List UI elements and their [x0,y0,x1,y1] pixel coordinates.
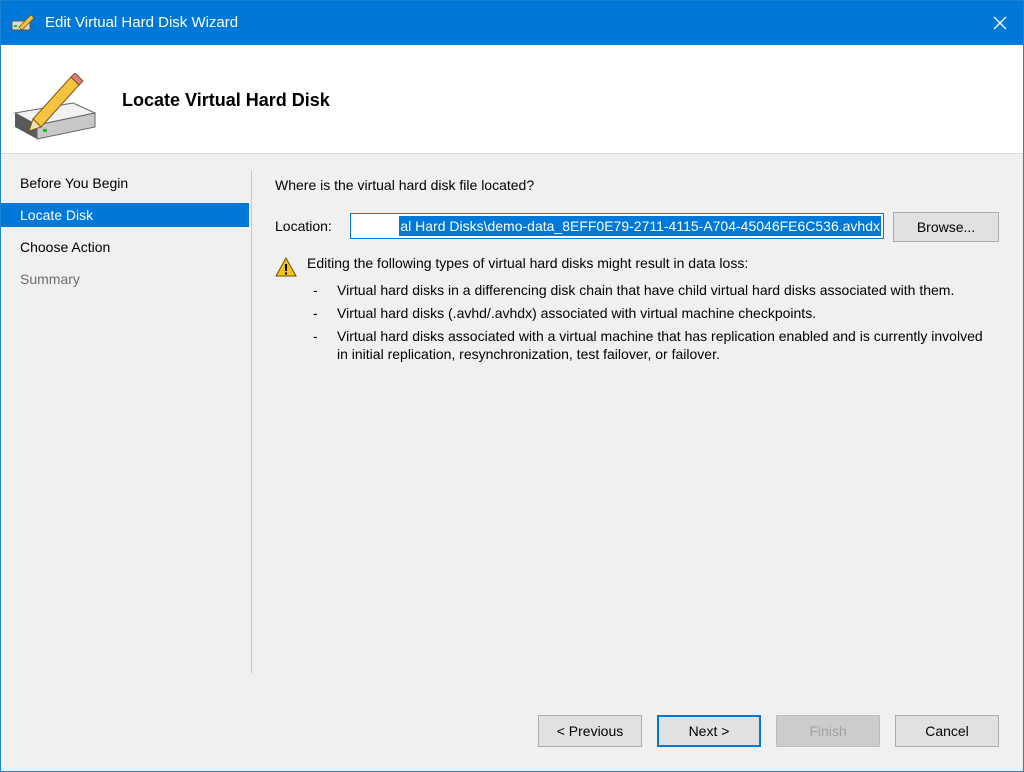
location-question: Where is the virtual hard disk file loca… [275,177,535,193]
wizard-content: Where is the virtual hard disk file loca… [275,177,1005,362]
warning-item-text: Virtual hard disks (.avhd/.avhdx) associ… [337,305,817,321]
disk-pencil-icon [11,14,35,31]
nav-item-before-you-begin[interactable]: Before You Begin [1,171,249,195]
nav-item-summary: Summary [20,271,80,287]
list-item: - Virtual hard disks (.avhd/.avhdx) assoc… [313,305,817,321]
warning-item-text: Virtual hard disks associated with a vir… [337,328,983,362]
close-icon [993,16,1007,30]
finish-button: Finish [776,715,880,747]
warning-item-text: Virtual hard disks in a differencing dis… [337,282,955,298]
list-item: - Virtual hard disks associated with a vi… [313,328,983,362]
wizard-footer: < Previous Next > Finish Cancel [1,715,1023,749]
location-input[interactable]: al Hard Disks\demo-data_8EFF0E79-2711-41… [350,213,884,239]
warning-icon [275,257,297,277]
wizard-header: Locate Virtual Hard Disk [1,45,1023,154]
location-label: Location: [275,218,332,234]
warning-list: - Virtual hard disks in a differencing di… [313,281,993,368]
location-row: Location: al Hard Disks\demo-data_8EFF0E… [275,212,1005,243]
next-button[interactable]: Next > [657,715,761,747]
warning-text: Editing the following types of virtual h… [307,255,749,271]
nav-item-choose-action[interactable]: Choose Action [1,235,249,259]
location-input-value: al Hard Disks\demo-data_8EFF0E79-2711-41… [399,216,881,236]
close-button[interactable] [977,1,1023,45]
title-bar[interactable]: Edit Virtual Hard Disk Wizard [1,1,1023,45]
window-title: Edit Virtual Hard Disk Wizard [45,14,239,31]
page-title: Locate Virtual Hard Disk [122,90,330,110]
browse-button[interactable]: Browse... [893,212,999,242]
wizard-nav: Before You Begin Locate Disk Choose Acti… [1,171,252,673]
wizard-window: Edit Virtual Hard Disk Wizard Locate Vir… [0,0,1024,772]
disk-pencil-icon [13,73,97,140]
nav-item-locate-disk[interactable]: Locate Disk [1,203,249,227]
list-item: - Virtual hard disks in a differencing di… [313,282,955,298]
previous-button[interactable]: < Previous [538,715,642,747]
cancel-button[interactable]: Cancel [895,715,999,747]
